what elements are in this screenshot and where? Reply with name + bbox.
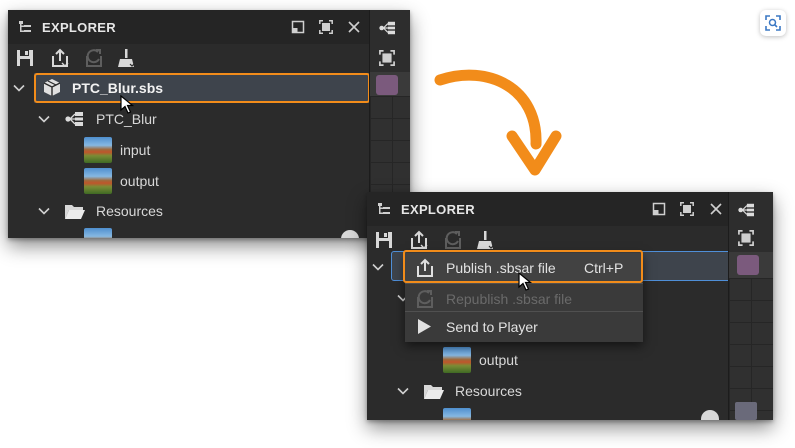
package-icon [43,79,61,96]
output-thumbnail [84,168,112,194]
resources-label: Resources [455,383,522,399]
float-panel-icon[interactable] [291,20,305,34]
folder-open-icon [424,385,444,399]
tree-item-graph[interactable]: PTC_Blur [8,104,370,134]
maximize-panel-icon[interactable] [319,20,333,34]
float-panel-icon[interactable] [652,202,666,216]
publish-sbsar-icon[interactable] [50,48,70,68]
mouse-cursor-icon [120,95,135,114]
explorer-toolbar [367,226,729,253]
tree-item-resources[interactable]: Resources [8,196,370,226]
package-label: PTC_Blur.sbs [72,80,164,96]
clean-broom-icon[interactable] [475,230,495,250]
save-icon[interactable] [15,48,35,68]
output-label: output [479,352,518,368]
explorer-panel-before: EXPLORER PTC_Blur.sbs PTC_Blur input out… [8,10,410,238]
chevron-down-icon[interactable] [38,113,50,125]
chevron-down-icon[interactable] [13,82,25,94]
info-icon[interactable] [701,410,719,420]
menu-item-send-to-player[interactable]: Send to Player [405,312,643,341]
explorer-header: EXPLORER [8,10,370,44]
visual-search-button[interactable] [760,10,786,36]
resources-label: Resources [96,203,163,219]
output-thumbnail [443,347,471,373]
chevron-down-icon[interactable] [397,385,409,397]
republish-icon [86,49,102,67]
clean-broom-icon[interactable] [116,48,136,68]
explorer-header: EXPLORER [367,192,729,226]
play-icon [418,319,431,334]
node-partial [735,402,757,420]
folder-open-icon [65,205,85,219]
menu-item-label: Republish .sbsar file [446,291,573,307]
input-thumbnail [84,137,112,163]
chevron-down-icon[interactable] [372,261,384,273]
info-icon[interactable] [341,230,359,238]
save-icon[interactable] [374,230,394,250]
close-icon[interactable] [709,202,723,216]
image-node-icon [737,255,759,275]
maximize-panel-icon[interactable] [680,202,694,216]
output-label: output [120,173,159,189]
frame-icon[interactable] [379,50,395,66]
explorer-toolbar [8,44,370,71]
input-label: input [120,142,151,158]
frame-icon[interactable] [738,230,754,246]
panel-title: EXPLORER [401,201,475,217]
lens-scan-icon [765,15,781,31]
republish-icon [445,231,461,249]
resource-thumbnail-partial [443,408,471,420]
graph-view-edge [728,192,773,420]
panel-title: EXPLORER [42,19,116,35]
tree-item-input[interactable]: input [8,135,370,165]
mouse-cursor-icon [518,272,533,291]
menu-item-label: Send to Player [446,319,538,335]
transition-arrow-icon [434,69,562,176]
tree-item-output[interactable]: output [367,345,729,375]
explorer-tree-icon [19,21,31,32]
tree-item-output[interactable]: output [8,166,370,196]
resource-thumbnail-partial [84,228,112,238]
graph-icon [379,21,395,35]
graph-grid [729,278,773,420]
image-node-icon [376,75,398,95]
explorer-tree-icon [378,203,390,214]
chevron-down-icon[interactable] [38,205,50,217]
graph-icon [65,112,83,126]
tree-item-resources[interactable]: Resources [367,376,729,406]
graph-icon [738,203,754,217]
publish-sbsar-icon[interactable] [409,230,429,250]
close-icon[interactable] [347,20,361,34]
republish-icon [417,290,433,308]
